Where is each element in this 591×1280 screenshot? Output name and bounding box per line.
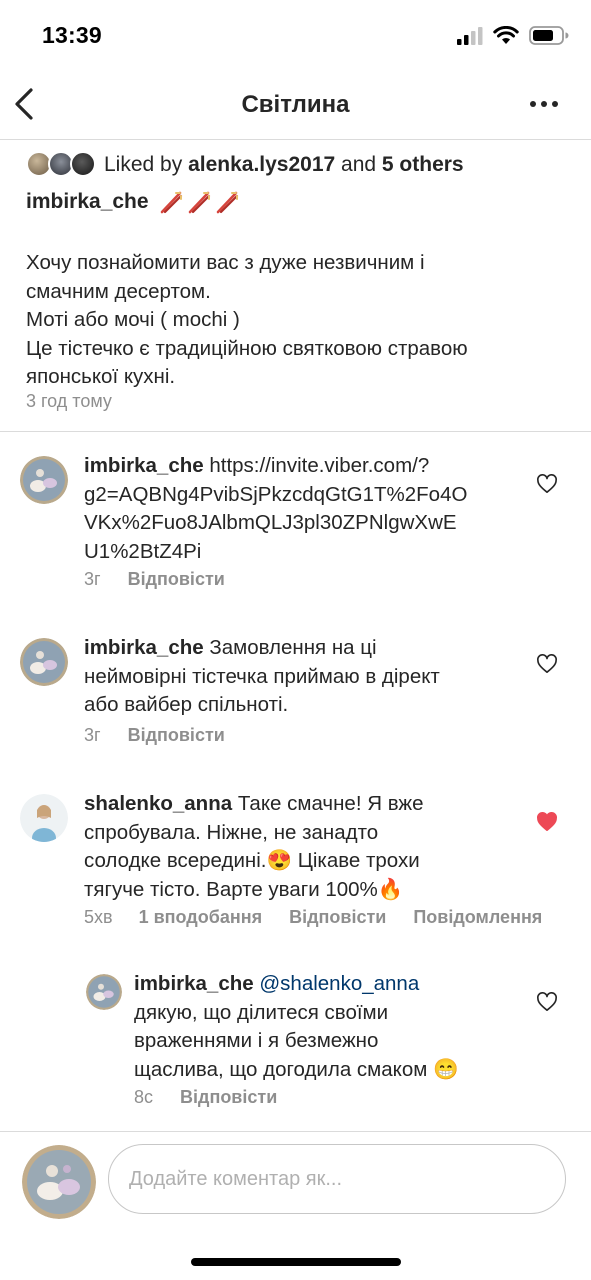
reply-button[interactable]: Відповісти bbox=[180, 1087, 277, 1108]
avatar[interactable] bbox=[20, 794, 68, 842]
comment: imbirka_che https://invite.viber.com/? g… bbox=[0, 452, 591, 602]
comment-text: imbirka_che Замовлення на ці неймовірні … bbox=[84, 634, 554, 720]
comment-line: дякую, що ділитеся своїми bbox=[134, 1000, 389, 1024]
reply-button[interactable]: Відповісти bbox=[128, 569, 225, 590]
comment-line: неймовірні тістечка приймаю в дірект bbox=[84, 664, 440, 688]
reply-button[interactable]: Відповісти bbox=[128, 725, 225, 746]
caption-line: Хочу познайомити вас з дуже незвичним і … bbox=[26, 251, 425, 303]
divider bbox=[0, 431, 591, 432]
chopsticks-icon bbox=[216, 191, 238, 214]
chopsticks-emoji bbox=[159, 190, 239, 214]
likes-summary: Liked by alenka.lys2017 and 5 others bbox=[104, 153, 464, 177]
message-button[interactable]: Повідомлення bbox=[413, 907, 542, 928]
caption-header: imbirka_che bbox=[26, 190, 239, 214]
comment-text: imbirka_che @shalenko_anna дякую, що діл… bbox=[134, 970, 534, 1084]
likes-others-link[interactable]: 5 others bbox=[382, 153, 464, 176]
heart-outline-icon[interactable] bbox=[536, 474, 558, 494]
home-indicator bbox=[191, 1258, 401, 1266]
comment-line[interactable]: https://invite.viber.com/? bbox=[204, 454, 429, 477]
caption-line: Це тістечко є традиційною святковою стра… bbox=[26, 336, 468, 389]
comment-line: враженнями і я безмежно bbox=[134, 1029, 379, 1052]
comment-line: або вайбер спільноті. bbox=[84, 693, 289, 716]
comment-time: 8с bbox=[134, 1087, 154, 1107]
mention-link[interactable]: @shalenko_anna bbox=[254, 972, 419, 995]
likes-prefix: Liked by bbox=[104, 153, 189, 176]
nav-bar: Світлина bbox=[0, 72, 591, 140]
comment-line[interactable]: U1%2BtZ4Pi bbox=[84, 538, 554, 567]
comment-line: Таке смачне! Я вже bbox=[232, 792, 424, 815]
likes-and-text: and bbox=[335, 153, 382, 176]
comment-line: спробувала. Ніжне, не занадто bbox=[84, 820, 379, 844]
comment-reply: imbirka_che @shalenko_anna дякую, що діл… bbox=[0, 970, 591, 1115]
comment-time: 5хв bbox=[84, 907, 113, 927]
post-timestamp: 3 год тому bbox=[26, 391, 112, 411]
comment-meta: 3г Відповісти bbox=[84, 725, 225, 746]
more-horizontal-icon bbox=[530, 101, 558, 107]
reply-button[interactable]: Відповісти bbox=[289, 907, 386, 928]
avatar-image bbox=[20, 456, 68, 504]
comment: imbirka_che Замовлення на ці неймовірні … bbox=[0, 634, 591, 754]
comment-meta: 8с Відповісти bbox=[134, 1087, 277, 1108]
heart-outline-icon[interactable] bbox=[536, 992, 558, 1012]
comment-meta: 5хв 1 вподобання Відповісти Повідомлення bbox=[84, 907, 542, 928]
comment-line: Замовлення на ці bbox=[203, 636, 377, 659]
cellular-signal-icon bbox=[457, 26, 483, 45]
status-time: 13:39 bbox=[42, 22, 102, 48]
avatar-image bbox=[86, 974, 122, 1010]
comment-time: 3г bbox=[84, 569, 101, 589]
page-title: Світлина bbox=[241, 91, 350, 118]
caption-text: Хочу познайомити вас з дуже незвичним і … bbox=[26, 249, 556, 392]
battery-icon bbox=[529, 26, 569, 45]
likes-row[interactable]: Liked by alenka.lys2017 and 5 others bbox=[26, 150, 464, 180]
comment-time: 3г bbox=[84, 725, 101, 745]
comment-line: солодке всередині.😍 Цікаве трохи bbox=[84, 849, 420, 872]
comment-text: shalenko_anna Таке смачне! Я вже спробув… bbox=[84, 790, 534, 904]
status-bar: 13:39 bbox=[0, 0, 591, 72]
comment-author[interactable]: imbirka_che bbox=[84, 454, 204, 477]
comment-input[interactable] bbox=[108, 1144, 566, 1214]
avatar-image bbox=[20, 638, 68, 686]
avatar[interactable] bbox=[86, 974, 122, 1010]
avatar[interactable] bbox=[20, 638, 68, 686]
caption-line: Моті або мочі ( mochi ) bbox=[26, 308, 240, 331]
comment-author[interactable]: shalenko_anna bbox=[84, 792, 232, 815]
wifi-icon bbox=[493, 26, 519, 44]
comment-line[interactable]: g2=AQBNg4PvibSjPkzcdqGtG1T%2Fo4O bbox=[84, 481, 554, 510]
heart-outline-icon[interactable] bbox=[536, 654, 558, 674]
liked-by-user-link[interactable]: alenka.lys2017 bbox=[188, 153, 335, 176]
liker-avatars bbox=[26, 151, 98, 179]
comment-meta: 3г Відповісти bbox=[84, 569, 225, 590]
avatar[interactable] bbox=[20, 456, 68, 504]
comment-text: imbirka_che https://invite.viber.com/? g… bbox=[84, 452, 554, 566]
heart-filled-icon[interactable] bbox=[536, 812, 558, 832]
more-options-button[interactable] bbox=[525, 94, 565, 114]
current-user-avatar bbox=[22, 1145, 96, 1219]
status-icons bbox=[457, 26, 569, 45]
comment-author[interactable]: imbirka_che bbox=[84, 636, 204, 659]
divider bbox=[0, 1131, 591, 1132]
comment-line: тягуче тісто. Варте уваги 100%🔥 bbox=[84, 877, 404, 901]
comment-author[interactable]: imbirka_che bbox=[134, 972, 254, 995]
likes-count-button[interactable]: 1 вподобання bbox=[139, 907, 263, 928]
avatar bbox=[70, 151, 96, 177]
chopsticks-icon bbox=[160, 191, 182, 214]
avatar-image bbox=[22, 1145, 96, 1219]
comment-line[interactable]: VKx%2Fuo8JAlbmQLJ3pl30ZPNlgwXwE bbox=[84, 509, 554, 538]
chopsticks-icon bbox=[188, 191, 210, 214]
caption-author[interactable]: imbirka_che bbox=[26, 190, 149, 214]
avatar-image bbox=[20, 794, 68, 842]
comment: shalenko_anna Таке смачне! Я вже спробув… bbox=[0, 790, 591, 935]
comment-line: щаслива, що догодила смаком 😁 bbox=[134, 1057, 459, 1081]
